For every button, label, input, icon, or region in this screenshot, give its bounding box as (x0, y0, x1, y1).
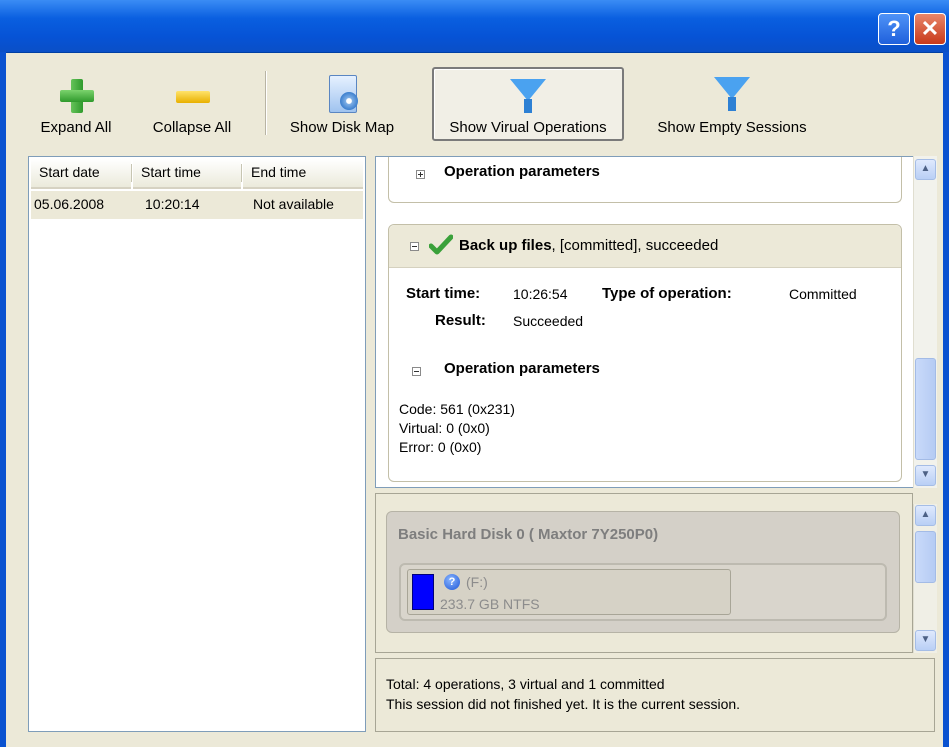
partition-area: ? (F:) 233.7 GB NTFS (399, 563, 887, 621)
sessions-list[interactable]: Start date Start time End time 05.06.200… (28, 156, 366, 732)
check-icon (429, 234, 453, 255)
group-title: Operation parameters (444, 163, 600, 180)
summary-line-2: This session did not finished yet. It is… (386, 696, 741, 712)
toolbar: Expand All Collapse All Show Disk Map Sh… (6, 53, 943, 150)
scrollbar-thumb[interactable] (915, 531, 936, 583)
operation-card-previous: Operation parameters (388, 157, 902, 203)
partition-size: 233.7 GB NTFS (440, 596, 540, 612)
partition-color-bar (412, 574, 434, 610)
help-button[interactable]: ? (878, 13, 910, 45)
disk-map-panel: Basic Hard Disk 0 ( Maxtor 7Y250P0) ? (F… (375, 493, 913, 653)
start-time-value: 10:26:54 (513, 286, 568, 302)
show-disk-map-button[interactable]: Show Disk Map (282, 67, 402, 141)
type-of-operation-value: Committed (789, 286, 857, 302)
operation-details-panel: Operation parameters Back up files, [com… (375, 156, 913, 488)
start-time-label: Start time: (406, 285, 481, 302)
scroll-up-arrow-icon[interactable]: ▲ (915, 505, 936, 526)
partition-f[interactable]: ? (F:) 233.7 GB NTFS (407, 569, 731, 615)
scrollbar-thumb[interactable] (915, 358, 936, 460)
disk-map-scrollbar[interactable]: ▲ ▼ (913, 504, 937, 653)
table-row[interactable]: 05.06.2008 10:20:14 Not available (31, 191, 363, 219)
collapse-all-button[interactable]: Collapse All (142, 67, 242, 141)
scroll-down-arrow-icon[interactable]: ▼ (915, 465, 936, 486)
session-summary-panel: Total: 4 operations, 3 virtual and 1 com… (375, 658, 935, 732)
operation-status: , [committed], succeeded (551, 237, 719, 254)
funnel-icon (510, 79, 546, 101)
column-divider[interactable] (241, 164, 242, 182)
details-scrollbar[interactable]: ▲ ▼ (913, 156, 937, 488)
show-virtual-operations-label: Show Virual Operations (449, 119, 607, 136)
plus-icon (60, 79, 94, 113)
disk-title: Basic Hard Disk 0 ( Maxtor 7Y250P0) (398, 526, 659, 543)
operation-parameters-title: Operation parameters (444, 360, 600, 377)
column-header-end-time[interactable]: End time (243, 159, 363, 189)
collapse-toggle[interactable] (410, 242, 419, 251)
window-frame-right (943, 52, 949, 747)
window-frame-left (0, 52, 6, 747)
partition-label: (F:) (466, 574, 488, 590)
expand-toggle[interactable] (416, 170, 425, 179)
collapse-toggle[interactable] (412, 367, 421, 376)
show-disk-map-label: Show Disk Map (289, 119, 395, 136)
type-of-operation-label: Type of operation: (602, 285, 732, 302)
cell-end-time: Not available (253, 196, 334, 212)
close-button[interactable]: ✕ (914, 13, 946, 45)
operation-card: Back up files, [committed], succeeded St… (388, 224, 902, 482)
collapse-all-label: Collapse All (152, 119, 232, 136)
funnel-stem (524, 99, 532, 113)
expand-all-label: Expand All (40, 119, 112, 136)
column-divider[interactable] (131, 164, 132, 182)
funnel-icon (714, 77, 750, 99)
show-empty-sessions-button[interactable]: Show Empty Sessions (642, 67, 822, 141)
column-header-start-date[interactable]: Start date (31, 159, 131, 189)
operation-card-header[interactable]: Back up files, [committed], succeeded (389, 225, 901, 268)
minus-icon (176, 91, 210, 103)
scroll-up-arrow-icon[interactable]: ▲ (915, 159, 936, 180)
result-label: Result: (435, 312, 486, 329)
column-header-start-time[interactable]: Start time (133, 159, 241, 189)
operation-name: Back up files (459, 237, 552, 254)
title-bar: ? ✕ (0, 0, 949, 53)
toolbar-separator (265, 71, 267, 135)
disk-box[interactable]: Basic Hard Disk 0 ( Maxtor 7Y250P0) ? (F… (386, 511, 900, 633)
cell-start-date: 05.06.2008 (34, 196, 105, 212)
show-virtual-operations-button[interactable]: Show Virual Operations (432, 67, 624, 141)
operation-title: Back up files, [committed], succeeded (459, 237, 718, 254)
cell-start-time: 10:20:14 (145, 196, 200, 212)
scroll-down-arrow-icon[interactable]: ▼ (915, 630, 936, 651)
param-code: Code: 561 (0x231) (399, 401, 515, 417)
show-empty-sessions-label: Show Empty Sessions (657, 119, 807, 136)
question-icon: ? (444, 574, 460, 590)
result-value: Succeeded (513, 313, 584, 329)
expand-all-button[interactable]: Expand All (26, 67, 126, 141)
param-virtual: Virtual: 0 (0x0) (399, 420, 490, 436)
param-error: Error: 0 (0x0) (399, 439, 482, 455)
summary-line-1: Total: 4 operations, 3 virtual and 1 com… (386, 676, 665, 692)
funnel-stem (728, 97, 736, 111)
disk-map-icon (329, 75, 358, 113)
